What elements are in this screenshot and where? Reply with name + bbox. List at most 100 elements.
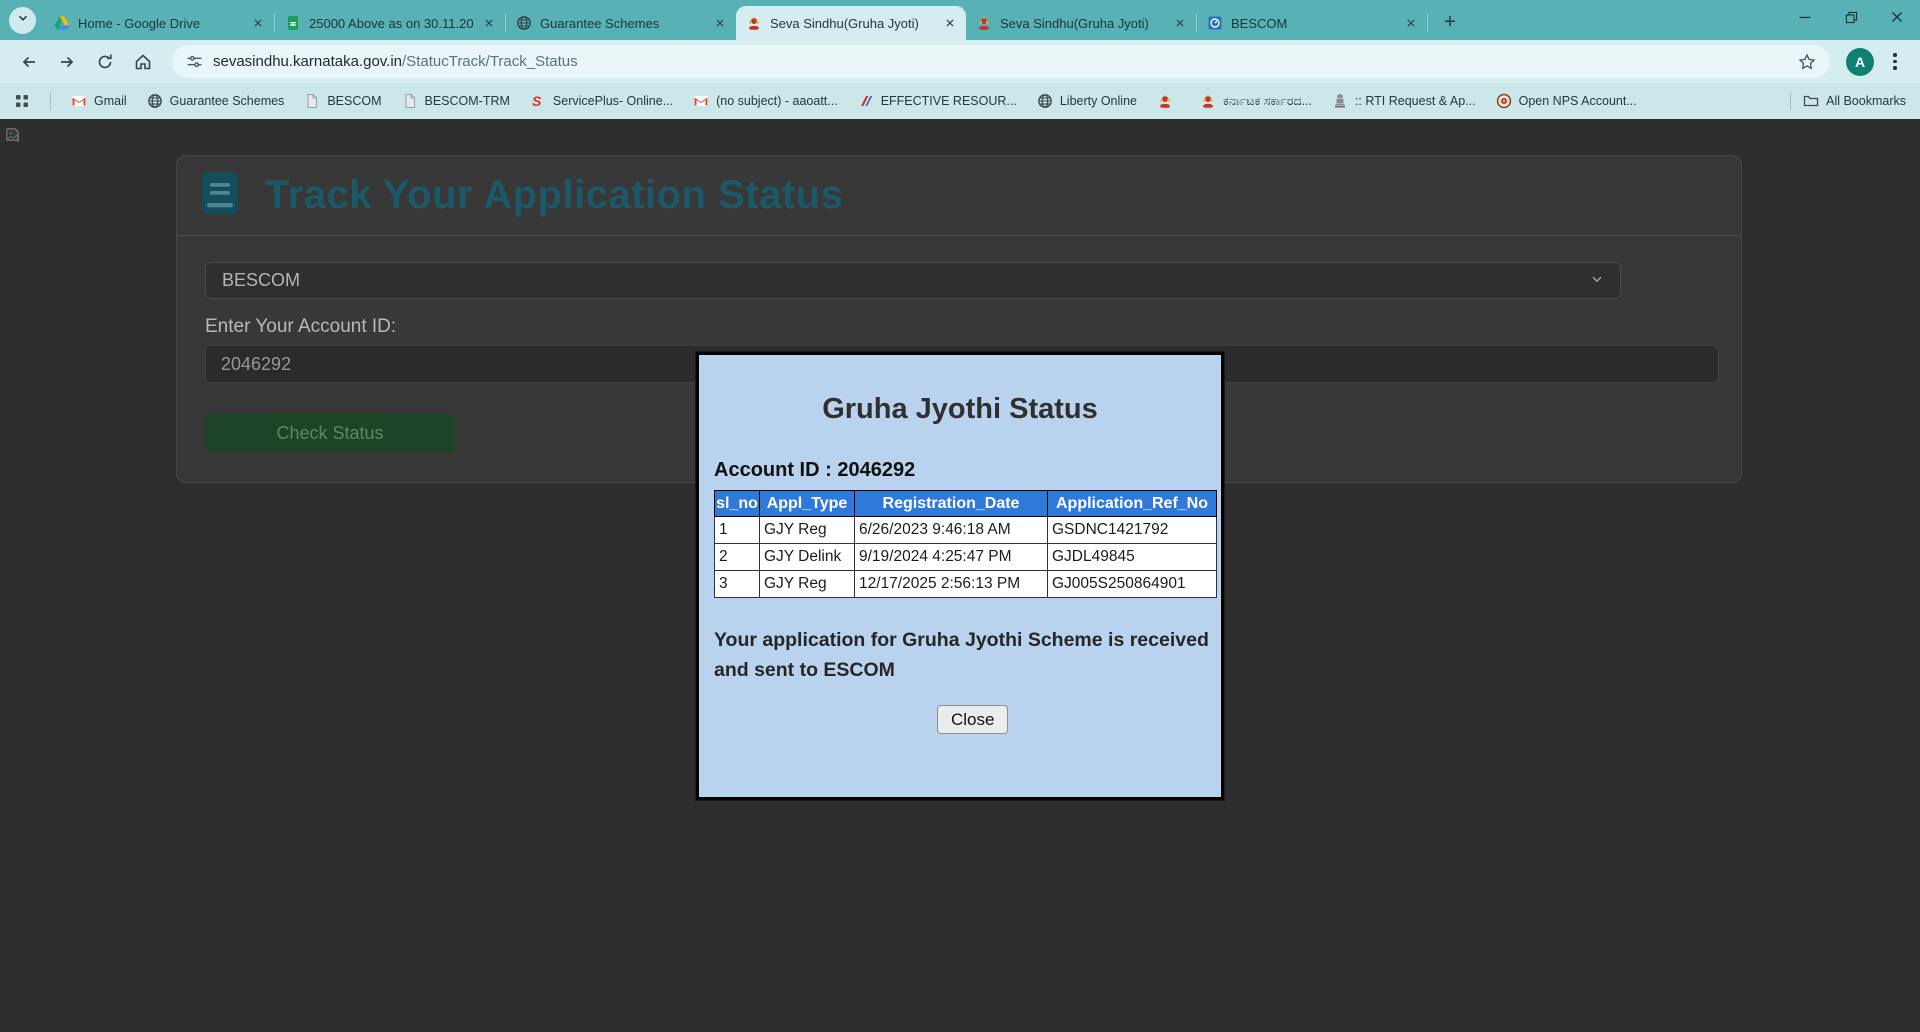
cell-sl-no: 3 [714,570,760,598]
forward-button[interactable] [50,45,84,79]
tab-title: Guarantee Schemes [540,15,660,31]
all-bookmarks-button[interactable]: All Bookmarks [1803,93,1906,109]
cell-registration-date: 9/19/2024 4:25:47 PM [854,543,1048,571]
tab-title: Home - Google Drive [78,15,201,31]
bookmark-label: :: RTI Request & Ap... [1354,94,1476,108]
status-table: sl_no Appl_Type Registration_Date Applic… [714,490,1217,598]
apps-grid-icon[interactable] [14,93,30,109]
tab-sheet-25000-above[interactable]: 25000 Above as on 30.11.2025 [275,6,505,40]
tab-guarantee-schemes[interactable]: Guarantee Schemes [506,6,736,40]
site-info-icon[interactable] [186,53,203,70]
bookmark-liberty-online[interactable]: Liberty Online [1037,93,1137,109]
broken-image-icon [5,127,20,143]
bookmark-no-subject[interactable]: (no subject) - aaoatt... [693,93,838,109]
globe-icon [1037,93,1053,109]
check-status-button[interactable]: Check Status [205,414,455,452]
chevron-down-icon [1590,270,1604,291]
tab-separator [1427,14,1428,32]
tab-close-icon[interactable] [481,15,497,31]
card-header: Track Your Application Status [177,156,1741,236]
svg-text:S: S [532,93,542,109]
bescom-icon [1207,15,1223,31]
profile-avatar[interactable]: A [1846,47,1874,76]
bookmark-bescom[interactable]: BESCOM [304,93,382,109]
bookmark-guarantee-schemes[interactable]: Guarantee Schemes [147,93,284,109]
tab-close-icon[interactable] [1172,15,1188,31]
browser-menu-button[interactable] [1882,49,1908,75]
cell-application-ref-no: GJ005S250864901 [1047,570,1217,598]
col-header-appl-type: Appl_Type [759,490,855,517]
lion-capital-icon [1332,93,1348,109]
tab-title: Seva Sindhu(Gruha Jyoti) [770,15,919,31]
bookmark-label: Open NPS Account... [1518,94,1637,108]
back-button[interactable] [12,45,46,79]
bookmark-label: EFFECTIVE RESOUR... [880,94,1017,108]
globe-icon [147,93,163,109]
tab-search-button[interactable] [9,7,36,34]
tab-close-icon[interactable] [942,15,958,31]
bookmark-gmail[interactable]: Gmail [71,93,127,109]
karnataka-emblem-icon [976,15,992,31]
tab-seva-sindhu-active[interactable]: Seva Sindhu(Gruha Jyoti) [736,6,966,40]
url-text[interactable]: sevasindhu.karnataka.gov.in/StatucTrack/… [213,53,1788,70]
reload-button[interactable] [88,45,122,79]
page-content: Track Your Application Status BESCOM Ent… [0,119,1920,1032]
globe-icon [516,15,532,31]
window-restore-button[interactable] [1828,0,1874,34]
tab-title: 25000 Above as on 30.11.2025 [309,15,473,31]
bookmark-effective-resources[interactable]: EFFECTIVE RESOUR... [858,93,1017,109]
bookmark-open-nps[interactable]: Open NPS Account... [1496,93,1637,109]
table-header-row: sl_no Appl_Type Registration_Date Applic… [714,490,1217,517]
bookmark-emblem-only[interactable] [1157,93,1180,109]
bookmark-bescom-trm[interactable]: BESCOM-TRM [402,93,510,109]
tab-title: BESCOM [1231,15,1288,31]
google-sheets-icon [285,15,301,31]
tab-title: Seva Sindhu(Gruha Jyoti) [1000,15,1149,31]
modal-close-button[interactable]: Close [937,705,1009,734]
table-row: 2 GJY Delink 9/19/2024 4:25:47 PM GJDL49… [714,543,1217,571]
bookmark-label: ಕರ್ನಾಟಕ ಸರ್ಕಾರದ... [1222,93,1312,108]
bookmark-label: BESCOM [327,94,382,108]
cell-appl-type: GJY Reg [759,516,855,544]
document-icon [402,93,418,109]
modal-account-id: Account ID : 2046292 [714,459,916,481]
address-bar[interactable]: sevasindhu.karnataka.gov.in/StatucTrack/… [172,45,1830,78]
new-tab-button[interactable]: + [1436,8,1464,36]
tab-bescom[interactable]: BESCOM [1197,6,1427,40]
bookmark-label: Gmail [94,94,127,108]
gmail-icon [71,93,87,109]
tab-close-icon[interactable] [250,15,266,31]
cell-sl-no: 1 [714,516,760,544]
status-message: Your application for Gruha Jyothi Scheme… [714,629,1209,681]
col-header-registration-date: Registration_Date [854,490,1048,517]
table-row: 1 GJY Reg 6/26/2023 9:46:18 AM GSDNC1421… [714,516,1217,544]
escom-select[interactable]: BESCOM [205,262,1621,299]
gruha-jyothi-status-modal: Gruha Jyothi Status Account ID : 2046292… [696,352,1224,800]
table-row: 3 GJY Reg 12/17/2025 2:56:13 PM GJ005S25… [714,570,1217,598]
home-button[interactable] [126,45,160,79]
bookmark-serviceplus[interactable]: S ServicePlus- Online... [530,93,673,109]
window-close-button[interactable] [1874,0,1920,34]
bookmark-star-icon[interactable] [1798,52,1816,71]
karnataka-emblem-icon [1200,93,1216,109]
bookmark-label: ServicePlus- Online... [552,94,674,108]
bookmark-label: (no subject) - aaoatt... [716,94,838,108]
tab-seva-sindhu-2[interactable]: Seva Sindhu(Gruha Jyoti) [966,6,1196,40]
karnataka-emblem-icon [746,15,762,31]
cell-application-ref-no: GJDL49845 [1047,543,1217,571]
page-title: Track Your Application Status [265,173,844,217]
google-drive-icon [54,15,70,31]
serviceplus-icon: S [530,93,546,109]
bookmark-rti-request[interactable]: :: RTI Request & Ap... [1332,93,1476,109]
bookmark-karnataka-sarkarada[interactable]: ಕರ್ನಾಟಕ ಸರ್ಕಾರದ... [1200,93,1312,109]
tab-close-icon[interactable] [712,15,728,31]
bookmarks-bar: Gmail Guarantee Schemes BESCOM BESCOM-TR… [0,83,1920,119]
window-minimize-button[interactable] [1782,0,1828,34]
col-header-application-ref-no: Application_Ref_No [1047,490,1217,517]
tab-home-google-drive[interactable]: Home - Google Drive [44,6,274,40]
separator [50,92,51,110]
tab-close-icon[interactable] [1403,15,1419,31]
col-header-sl-no: sl_no [714,490,760,517]
url-path: /StatucTrack/Track_Status [402,53,578,70]
folder-icon [1803,93,1819,109]
